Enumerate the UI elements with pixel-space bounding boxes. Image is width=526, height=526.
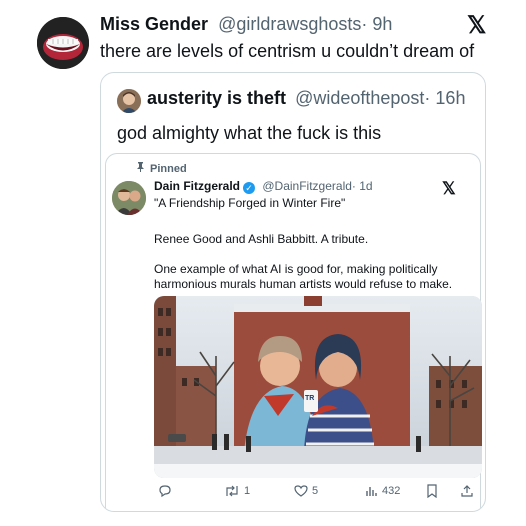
quote-header: austerity is theft @wideofthepost· 16h [147,88,465,109]
views-button[interactable]: 432 [364,484,400,498]
nested-paragraph-1: Renee Good and Ashli Babbitt. A tribute. [154,232,369,246]
reply-button[interactable] [158,484,172,498]
post-time[interactable]: · 9h [361,14,392,34]
nested-quoted-post[interactable]: Pinned Dain Fitzgerald ✓ @DainFitzgerald·… [105,153,482,511]
repost-icon [226,485,238,497]
author-avatar[interactable] [37,17,89,69]
author-handle[interactable]: @girldrawsghosts [218,14,361,34]
bookmark-icon [427,484,437,498]
nested-time[interactable]: · 1d [352,179,373,193]
quote-author-avatar[interactable] [117,89,141,113]
x-logo-icon: 𝕏 [467,12,487,39]
like-button[interactable]: 5 [294,484,318,498]
view-count: 432 [382,485,401,497]
action-bar: 1 5 432 [154,484,482,508]
bookmark-button[interactable] [426,484,438,498]
like-count: 5 [312,485,319,497]
heart-icon [294,485,308,497]
quote-author-name[interactable]: austerity is theft [147,88,286,108]
repost-count: 1 [244,485,251,497]
reply-icon [159,485,171,498]
nested-author-avatar[interactable] [112,181,146,215]
views-icon [366,487,377,496]
author-name[interactable]: Miss Gender [100,14,208,34]
quote-text: god almighty what the fuck is this [117,123,382,143]
verified-badge-icon: ✓ [243,182,256,194]
nested-header: Dain Fitzgerald ✓ @DainFitzgerald· 1d [154,179,373,194]
pinned-text: Pinned [150,163,187,175]
pinned-label: Pinned [136,162,187,175]
post-text: there are levels of centrism u couldn’t … [100,41,475,61]
x-logo-icon: 𝕏 [442,179,456,198]
quote-author-handle[interactable]: @wideofthepost [295,88,424,108]
nested-author-handle[interactable]: @DainFitzgerald [262,179,352,193]
mural-letters: TR [305,395,314,402]
share-button[interactable] [460,484,474,498]
quote-time[interactable]: · 16h [424,88,465,108]
repost-button[interactable]: 1 [224,484,250,498]
pin-icon [136,162,145,175]
nested-subtitle: "A Friendship Forged in Winter Fire" [154,196,346,210]
share-icon [461,485,473,497]
post-header: Miss Gender @girldrawsghosts· 9h [100,14,392,35]
nested-author-name[interactable]: Dain Fitzgerald [154,179,240,193]
nested-paragraph-2: One example of what AI is good for, maki… [154,262,453,291]
mural-image[interactable]: TR [154,296,482,478]
quoted-post[interactable]: austerity is theft @wideofthepost· 16h g… [100,72,486,512]
